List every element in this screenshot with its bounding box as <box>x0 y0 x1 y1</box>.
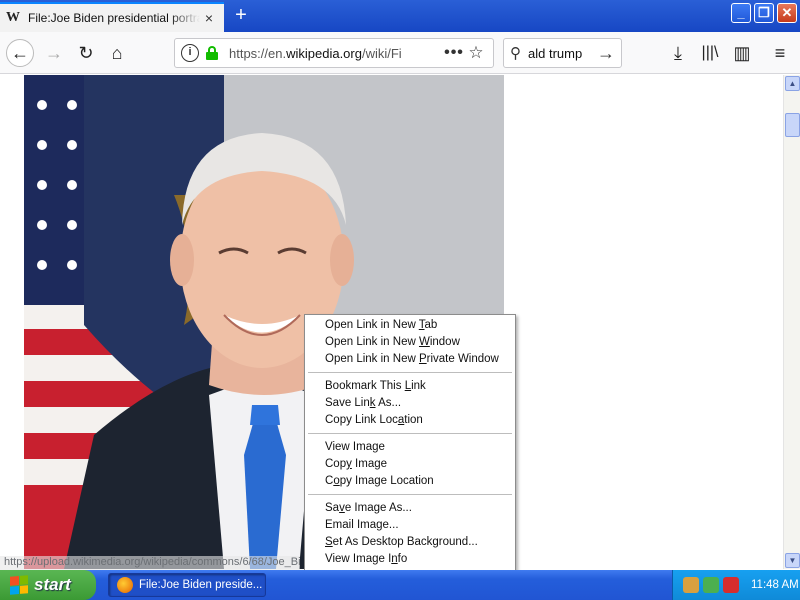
context-menu-item[interactable]: Copy Image Location <box>305 473 515 490</box>
bookmark-star-icon[interactable]: ☆ <box>465 43 487 63</box>
url-text[interactable]: https://en.wikipedia.org/wiki/Fi <box>229 46 443 61</box>
site-info-icon[interactable]: i <box>181 44 199 62</box>
page-actions-icon[interactable]: ••• <box>443 44 465 62</box>
wikipedia-icon: W <box>6 10 20 25</box>
taskbar-window-title: File:Joe Biden preside... <box>139 579 263 591</box>
menu-item-text: Save Lin <box>325 397 370 409</box>
firefox-icon <box>117 577 133 593</box>
context-menu-item[interactable]: Copy Link Location <box>305 412 515 429</box>
maximize-button[interactable]: ❐ <box>754 3 774 23</box>
reload-button[interactable]: ↻ <box>72 39 100 67</box>
url-path: /wiki/Fi <box>361 45 402 61</box>
start-button[interactable]: start <box>0 570 96 600</box>
lock-icon[interactable] <box>205 46 219 60</box>
tab-wikipedia-file[interactable]: W File:Joe Biden presidential portrait × <box>0 2 224 32</box>
context-menu-item[interactable]: Open Link in New Window <box>305 334 515 351</box>
menu-item-text: Cop <box>325 458 347 470</box>
windows-taskbar: start File:Joe Biden preside... 11:48 AM <box>0 570 800 600</box>
menu-item-text: Open Link in New <box>325 319 419 331</box>
context-menu-item[interactable]: Email Image... <box>305 517 515 534</box>
url-prefix: https://en. <box>229 45 287 61</box>
search-bar[interactable]: ⚲ ald trump → <box>503 38 622 68</box>
menu-item-text: fo <box>397 553 408 565</box>
browser-titlebar: W File:Joe Biden presidential portrait ×… <box>0 0 800 32</box>
tab-title: File:Joe Biden presidential portrait <box>28 11 200 25</box>
tab-close-icon[interactable]: × <box>200 10 218 26</box>
menu-item-text: rivate Window <box>426 353 499 365</box>
search-go-icon[interactable]: → <box>597 43 615 64</box>
url-domain: wikipedia.org <box>286 45 362 61</box>
context-menu-item[interactable]: View Image Info <box>305 551 515 568</box>
menu-item-text: View Image I <box>325 553 392 565</box>
menu-item-text: P <box>418 353 427 365</box>
context-menu-item[interactable]: Bookmark This Link <box>305 378 515 395</box>
menu-item-text: py Image Location <box>339 475 434 487</box>
menu-item-text: View Ima <box>325 441 373 453</box>
library-icon[interactable]: |||\ <box>696 39 724 67</box>
menu-item-text: Bookmark This <box>325 380 405 392</box>
context-menu-item[interactable]: Set As Desktop Background... <box>305 534 515 551</box>
windows-logo-icon <box>10 575 28 595</box>
back-button[interactable]: ← <box>6 39 34 67</box>
sidebar-icon[interactable]: ▥ <box>728 39 756 67</box>
search-input[interactable]: ald trump <box>528 46 597 61</box>
close-window-button[interactable]: ✕ <box>777 3 797 23</box>
menu-item-text: e Image As... <box>344 502 412 514</box>
menu-item-text: As... <box>375 397 402 409</box>
security-icon[interactable] <box>703 577 719 593</box>
context-menu-item[interactable]: Save Link As... <box>305 395 515 412</box>
context-menu-item[interactable]: Open Link in New Private Window <box>305 351 515 368</box>
taskbar-firefox-window[interactable]: File:Joe Biden preside... <box>108 573 266 597</box>
menu-item-text: ab <box>424 319 438 331</box>
navigation-toolbar: ← → ↻ ⌂ i https://en.wikipedia.org/wiki/… <box>0 32 800 74</box>
menu-item-text: Open Link in New <box>325 353 419 365</box>
desktop-screen: W File:Joe Biden presidential portrait ×… <box>0 0 800 600</box>
context-menu: Open Link in New Tab Open Link in New Win… <box>304 314 516 598</box>
menu-item-text: indow <box>429 336 460 348</box>
downloads-icon[interactable]: ⤓ <box>664 39 692 67</box>
url-bar[interactable]: i https://en.wikipedia.org/wiki/Fi ••• ☆ <box>174 38 494 68</box>
menu-item-text: ink <box>411 380 426 392</box>
menu-item-text: et As Desktop Background... <box>332 536 478 548</box>
start-label: start <box>34 575 71 594</box>
scroll-thumb[interactable] <box>785 113 800 137</box>
menu-item-text: Email Ima <box>325 519 377 531</box>
clock: 11:48 AM <box>751 579 799 591</box>
network-icon[interactable] <box>683 577 699 593</box>
scroll-down-arrow-icon[interactable]: ▼ <box>785 553 800 568</box>
menu-item-text: Copy Link Loc <box>325 414 398 426</box>
context-menu-item[interactable]: Copy Image <box>305 456 515 473</box>
hamburger-menu-icon[interactable]: ≡ <box>766 39 794 67</box>
context-menu-item[interactable]: Save Image As... <box>305 500 515 517</box>
menu-separator <box>308 372 512 373</box>
status-bar-url: https://upload.wikimedia.org/wikipedia/c… <box>0 556 300 570</box>
context-menu-item[interactable]: Open Link in New Tab <box>305 317 515 334</box>
context-menu-item[interactable]: View Image <box>305 439 515 456</box>
menu-item-text: W <box>418 336 430 348</box>
menu-item-text: Open Link in New <box>325 336 419 348</box>
forward-button[interactable]: → <box>40 39 68 67</box>
home-button[interactable]: ⌂ <box>103 39 131 67</box>
scroll-up-arrow-icon[interactable]: ▲ <box>785 76 800 91</box>
menu-separator <box>308 433 512 434</box>
menu-item-text: tion <box>404 414 423 426</box>
search-icon: ⚲ <box>510 45 521 62</box>
menu-item-text: e <box>378 441 385 453</box>
system-tray: 11:48 AM <box>672 570 800 600</box>
menu-separator <box>308 494 512 495</box>
menu-item-text: Image <box>351 458 388 470</box>
minimize-button[interactable]: _ <box>731 3 751 23</box>
new-tab-button[interactable]: + <box>228 4 254 28</box>
menu-item-text: e... <box>382 519 399 531</box>
menu-item-text: Sa <box>325 502 340 514</box>
shield-icon[interactable] <box>723 577 739 593</box>
vertical-scrollbar[interactable]: ▲ ▼ <box>783 75 800 569</box>
menu-item-text: S <box>325 536 333 548</box>
